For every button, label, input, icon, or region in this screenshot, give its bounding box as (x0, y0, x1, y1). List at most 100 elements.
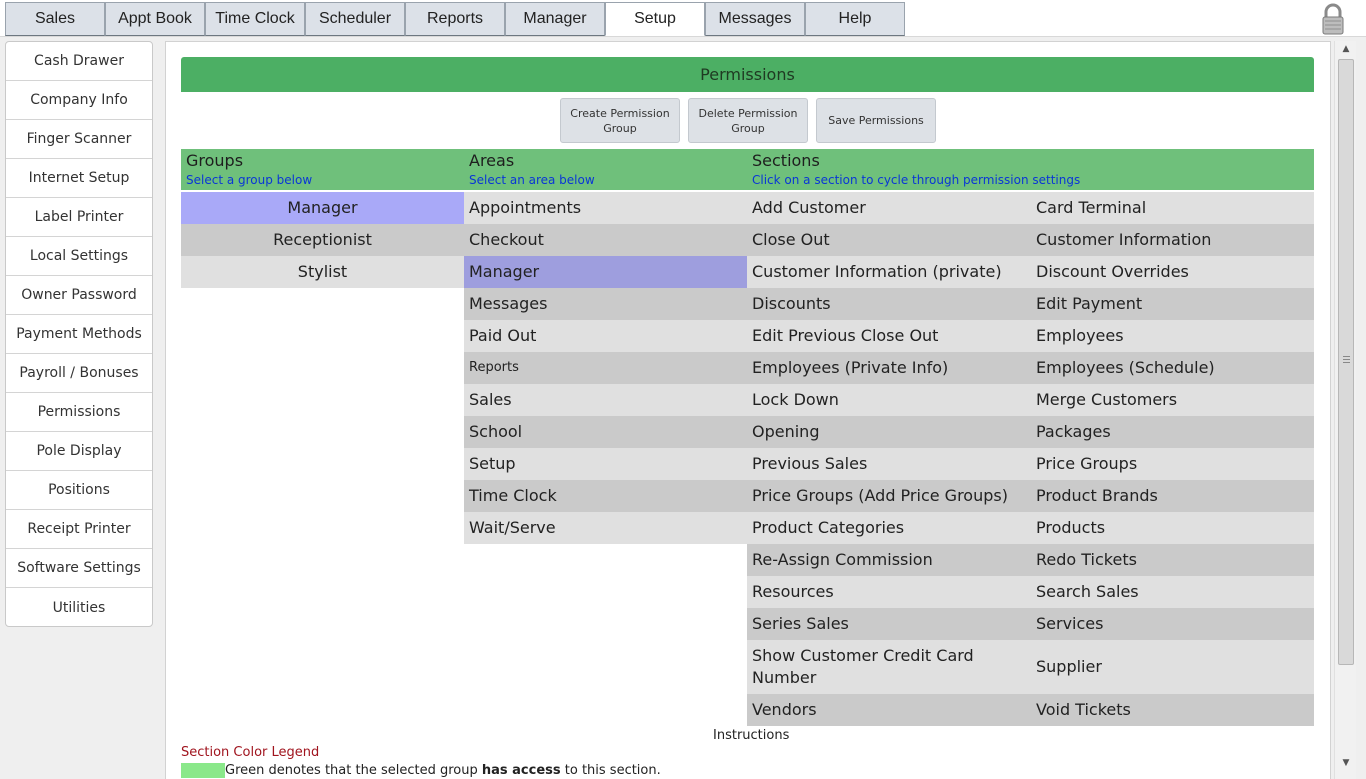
sidebar-item-utilities[interactable]: Utilities (6, 588, 152, 627)
legend-title: Section Color Legend (181, 745, 320, 760)
section-cell[interactable]: Card Terminal (1031, 192, 1314, 224)
instructions-link[interactable]: Instructions (713, 728, 789, 743)
legend-text-prefix: Green denotes that the selected group (225, 763, 482, 778)
groups-column-header: Groups Select a group below (186, 152, 312, 188)
sections-heading: Sections (752, 151, 820, 170)
sidebar-item-receipt-printer[interactable]: Receipt Printer (6, 510, 152, 549)
section-cell[interactable]: Add Customer (747, 192, 1031, 224)
sidebar-item-company-info[interactable]: Company Info (6, 81, 152, 120)
tab-sales[interactable]: Sales (5, 2, 105, 36)
area-row[interactable]: Wait/Serve (464, 512, 747, 544)
tab-manager[interactable]: Manager (505, 2, 605, 36)
tab-scheduler[interactable]: Scheduler (305, 2, 405, 36)
groups-heading: Groups (186, 151, 244, 170)
area-row[interactable]: Messages (464, 288, 747, 320)
permissions-column-header: Groups Select a group below Areas Select… (181, 149, 1314, 190)
lock-icon[interactable] (1320, 2, 1346, 36)
sidebar-item-internet-setup[interactable]: Internet Setup (6, 159, 152, 198)
permissions-title: Permissions (181, 57, 1314, 92)
setup-sidebar: Cash Drawer Company Info Finger Scanner Int… (5, 41, 153, 627)
area-row[interactable]: Sales (464, 384, 747, 416)
area-row[interactable]: School (464, 416, 747, 448)
sidebar-item-permissions[interactable]: Permissions (6, 393, 152, 432)
create-permission-group-button[interactable]: Create Permission Group (560, 98, 680, 143)
areas-heading: Areas (469, 151, 515, 170)
tab-messages[interactable]: Messages (705, 2, 805, 36)
section-cell[interactable]: Merge Customers (1031, 384, 1314, 416)
section-cell[interactable]: Employees (1031, 320, 1314, 352)
group-row[interactable]: Stylist (181, 256, 464, 288)
sidebar-item-software-settings[interactable]: Software Settings (6, 549, 152, 588)
area-row[interactable]: Checkout (464, 224, 747, 256)
section-cell[interactable]: Series Sales (747, 608, 1031, 640)
permissions-panel: Permissions Create Permission Group Dele… (165, 41, 1331, 779)
section-cell[interactable]: Close Out (747, 224, 1031, 256)
top-tabs: Sales Appt Book Time Clock Scheduler Reports… (5, 2, 905, 37)
area-row[interactable]: Appointments (464, 192, 747, 224)
section-cell[interactable]: Price Groups (Add Price Groups) (747, 480, 1031, 512)
section-cell[interactable]: Packages (1031, 416, 1314, 448)
section-cell[interactable]: Void Tickets (1031, 694, 1314, 726)
section-cell[interactable]: Edit Payment (1031, 288, 1314, 320)
section-cell[interactable]: Previous Sales (747, 448, 1031, 480)
sidebar-item-pole-display[interactable]: Pole Display (6, 432, 152, 471)
top-nav-bar: Sales Appt Book Time Clock Scheduler Reports… (0, 0, 1366, 37)
section-cell[interactable]: Customer Information (1031, 224, 1314, 256)
tab-time-clock[interactable]: Time Clock (205, 2, 305, 36)
scroll-up-arrow-icon[interactable]: ▲ (1335, 41, 1357, 57)
tab-appt-book[interactable]: Appt Book (105, 2, 205, 36)
section-cell[interactable]: Re-Assign Commission (747, 544, 1031, 576)
areas-column-header: Areas Select an area below (469, 152, 595, 188)
area-row[interactable]: Paid Out (464, 320, 747, 352)
area-row[interactable]: Reports (464, 352, 747, 384)
section-cell[interactable]: Opening (747, 416, 1031, 448)
section-cell[interactable]: Vendors (747, 694, 1031, 726)
section-cell[interactable]: Product Brands (1031, 480, 1314, 512)
area-row[interactable]: Time Clock (464, 480, 747, 512)
legend-green-text: Green denotes that the selected group ha… (225, 763, 661, 778)
section-cell[interactable]: Supplier (1031, 640, 1314, 694)
section-cell[interactable]: Discount Overrides (1031, 256, 1314, 288)
section-cell[interactable]: Product Categories (747, 512, 1031, 544)
section-cell[interactable]: Employees (Private Info) (747, 352, 1031, 384)
section-cell[interactable]: Lock Down (747, 384, 1031, 416)
legend-green-swatch (181, 763, 225, 778)
sidebar-item-positions[interactable]: Positions (6, 471, 152, 510)
section-cell[interactable]: Employees (Schedule) (1031, 352, 1314, 384)
legend-text-emphasis: has access (481, 763, 561, 778)
sections-hint: Click on a section to cycle through perm… (752, 173, 1081, 187)
sidebar-item-payment-methods[interactable]: Payment Methods (6, 315, 152, 354)
sidebar-item-owner-password[interactable]: Owner Password (6, 276, 152, 315)
group-row[interactable]: Receptionist (181, 224, 464, 256)
areas-hint: Select an area below (469, 173, 595, 187)
sidebar-item-local-settings[interactable]: Local Settings (6, 237, 152, 276)
sidebar-item-label-printer[interactable]: Label Printer (6, 198, 152, 237)
sections-column-header: Sections Click on a section to cycle thr… (752, 152, 1080, 188)
section-cell[interactable]: Customer Information (private) (747, 256, 1031, 288)
section-cell[interactable]: Redo Tickets (1031, 544, 1314, 576)
section-cell[interactable]: Edit Previous Close Out (747, 320, 1031, 352)
section-cell[interactable]: Show Customer Credit Card Number (747, 640, 1031, 694)
sidebar-item-payroll-bonuses[interactable]: Payroll / Bonuses (6, 354, 152, 393)
section-cell[interactable]: Products (1031, 512, 1314, 544)
sidebar-item-cash-drawer[interactable]: Cash Drawer (6, 42, 152, 81)
section-cell[interactable]: Resources (747, 576, 1031, 608)
area-row[interactable]: Manager (464, 256, 747, 288)
section-cell[interactable]: Search Sales (1031, 576, 1314, 608)
vertical-scrollbar[interactable]: ▲ ▼ (1334, 41, 1356, 779)
section-cell[interactable]: Price Groups (1031, 448, 1314, 480)
group-row[interactable]: Manager (181, 192, 464, 224)
scroll-down-arrow-icon[interactable]: ▼ (1335, 755, 1357, 771)
legend-text-suffix: to this section. (560, 763, 661, 778)
tab-setup[interactable]: Setup (605, 2, 705, 36)
area-row[interactable]: Setup (464, 448, 747, 480)
save-permissions-button[interactable]: Save Permissions (816, 98, 936, 143)
tab-help[interactable]: Help (805, 2, 905, 36)
section-cell[interactable]: Services (1031, 608, 1314, 640)
groups-hint: Select a group below (186, 173, 313, 187)
sidebar-item-finger-scanner[interactable]: Finger Scanner (6, 120, 152, 159)
tab-reports[interactable]: Reports (405, 2, 505, 36)
delete-permission-group-button[interactable]: Delete Permission Group (688, 98, 808, 143)
scroll-thumb[interactable] (1338, 59, 1354, 665)
section-cell[interactable]: Discounts (747, 288, 1031, 320)
